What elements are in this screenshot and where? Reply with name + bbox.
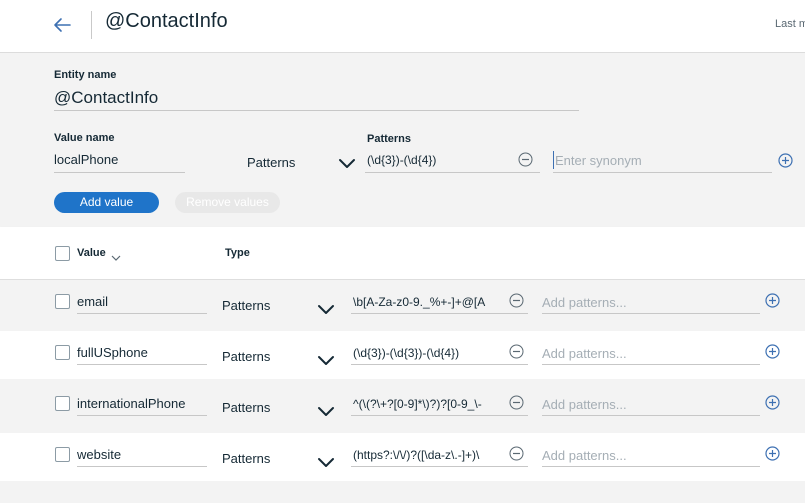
- remove-values-button: Remove values: [175, 192, 280, 213]
- add-value-button[interactable]: Add value: [54, 192, 159, 213]
- page-title: @ContactInfo: [105, 10, 228, 32]
- row-pattern-underline: [351, 364, 528, 365]
- sort-chevron-icon[interactable]: [111, 249, 121, 267]
- row-value-underline: [77, 466, 207, 467]
- entity-name-input[interactable]: @ContactInfo: [54, 88, 579, 108]
- pattern-underline: [365, 172, 540, 173]
- row-value-input[interactable]: website: [77, 447, 207, 462]
- remove-pattern-icon[interactable]: [509, 344, 524, 359]
- patterns-label: Patterns: [367, 133, 412, 145]
- chevron-down-icon[interactable]: [317, 353, 335, 365]
- header-divider: [91, 11, 92, 39]
- add-pattern-icon[interactable]: [765, 395, 780, 410]
- chevron-down-icon[interactable]: [317, 455, 335, 467]
- add-pattern-icon[interactable]: [765, 344, 780, 359]
- chevron-down-icon[interactable]: [317, 404, 335, 416]
- row-pattern-underline: [351, 466, 528, 467]
- back-arrow-icon[interactable]: [50, 12, 76, 38]
- row-checkbox[interactable]: [55, 294, 70, 309]
- value-name-label: Value name: [54, 132, 115, 144]
- add-pattern-underline: [542, 313, 760, 314]
- remove-pattern-icon[interactable]: [509, 446, 524, 461]
- remove-pattern-icon[interactable]: [509, 395, 524, 410]
- remove-pattern-icon[interactable]: [518, 152, 533, 167]
- row-value-underline: [77, 313, 207, 314]
- row-checkbox[interactable]: [55, 447, 70, 462]
- remove-pattern-icon[interactable]: [509, 293, 524, 308]
- entity-name-underline: [54, 110, 579, 111]
- column-header-type: Type: [225, 247, 250, 259]
- add-pattern-icon[interactable]: [765, 446, 780, 461]
- row-pattern-input[interactable]: ^(\(?\+?[0-9]*\)?)?[0-9_\-: [353, 397, 504, 411]
- chevron-down-icon[interactable]: [338, 156, 356, 168]
- row-pattern-underline: [351, 313, 528, 314]
- add-pattern-icon[interactable]: [765, 293, 780, 308]
- column-header-value[interactable]: Value: [77, 247, 106, 259]
- add-pattern-underline: [542, 466, 760, 467]
- row-pattern-underline: [351, 415, 528, 416]
- add-pattern-input[interactable]: Add patterns...: [542, 397, 627, 412]
- pattern-input[interactable]: (\d{3})-(\d{4}): [367, 153, 512, 167]
- row-type-select[interactable]: Patterns: [222, 451, 270, 466]
- chevron-down-icon[interactable]: [317, 302, 335, 314]
- row-pattern-input[interactable]: (\d{3})-(\d{3})-(\d{4}): [353, 346, 504, 360]
- row-checkbox[interactable]: [55, 345, 70, 360]
- row-value-input[interactable]: email: [77, 294, 207, 309]
- add-pattern-input[interactable]: Add patterns...: [542, 295, 627, 310]
- row-pattern-input[interactable]: (https?:\/\/)?([\da-z\.-]+)\: [353, 448, 504, 462]
- text-cursor: [553, 151, 554, 169]
- value-name-underline: [54, 172, 185, 173]
- last-modified-text: Last m: [775, 18, 805, 30]
- row-pattern-input[interactable]: \b[A-Za-z0-9._%+-]+@[A: [353, 295, 504, 309]
- add-pattern-underline: [542, 364, 760, 365]
- entity-name-label: Entity name: [54, 69, 117, 81]
- type-select[interactable]: Patterns: [247, 155, 295, 170]
- add-pattern-underline: [542, 415, 760, 416]
- row-type-select[interactable]: Patterns: [222, 298, 270, 313]
- add-synonym-icon[interactable]: [778, 153, 793, 168]
- synonym-input[interactable]: Enter synonym: [555, 153, 642, 168]
- row-value-input[interactable]: fullUSphone: [77, 345, 207, 360]
- row-value-underline: [77, 415, 207, 416]
- row-value-input[interactable]: internationalPhone: [77, 396, 207, 411]
- add-pattern-input[interactable]: Add patterns...: [542, 448, 627, 463]
- select-all-checkbox[interactable]: [55, 246, 70, 261]
- add-pattern-input[interactable]: Add patterns...: [542, 346, 627, 361]
- row-type-select[interactable]: Patterns: [222, 400, 270, 415]
- synonym-underline: [553, 172, 772, 173]
- row-type-select[interactable]: Patterns: [222, 349, 270, 364]
- row-checkbox[interactable]: [55, 396, 70, 411]
- value-name-input[interactable]: localPhone: [54, 152, 185, 167]
- row-value-underline: [77, 364, 207, 365]
